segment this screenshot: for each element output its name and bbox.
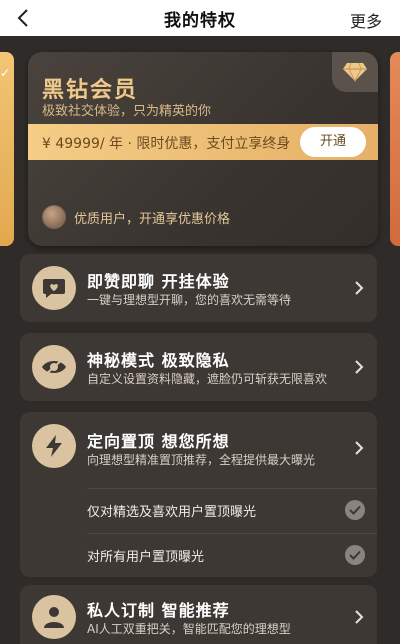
option-pin-all-users[interactable]: 对所有用户置顶曝光 [87,546,204,565]
heart-chat-icon [32,266,76,310]
person-icon [32,595,76,639]
footer-text: 优质用户，开通享优惠价格 [74,211,231,227]
chevron-right-icon [355,610,364,624]
membership-card[interactable]: 黑钻会员 极致社交体验，只为精英的你 ¥ 49999/ 年 · 限时优惠，支付立… [28,52,378,246]
feature-description: 向理想型精准置顶推荐，全程提供最大曝光 [87,453,316,467]
page-title: 我的特权 [164,10,236,31]
price-strip: ¥ 49999/ 年 · 限时优惠，支付立享终身 开通 [28,124,378,160]
check-icon[interactable] [345,545,365,565]
chevron-right-icon[interactable] [353,440,365,456]
divider [87,533,377,534]
diamond-icon [332,52,378,92]
feature-item-instant-chat[interactable]: 即赞即聊 开挂体验 一键与理想型开聊，您的喜欢无需等待 [20,254,377,322]
feature-description: 一键与理想型开聊，您的喜欢无需等待 [87,293,292,307]
feature-item-smart-recommend[interactable]: 私人订制 智能推荐 AI人工双重把关，智能匹配您的理想型 [20,585,377,644]
open-button[interactable]: 开通 [300,127,366,157]
feature-title: 神秘模式 极致隐私 [87,351,230,370]
chevron-right-icon [355,360,364,374]
more-button[interactable]: 更多 [350,8,382,32]
previous-card-peek[interactable]: ✓ [0,52,14,246]
hidden-eye-icon [32,345,76,389]
next-card-peek[interactable] [390,52,400,246]
feature-title: 定向置顶 想您所想 [87,432,230,451]
back-icon[interactable] [14,7,34,29]
card-footer: 优质用户，开通享优惠价格 [42,204,230,230]
feature-item-pin-top: 定向置顶 想您所想 向理想型精准置顶推荐，全程提供最大曝光 仅对精选及喜欢用户置… [20,412,377,577]
feature-item-stealth-mode[interactable]: 神秘模式 极致隐私 自定义设置资料隐藏，遮脸仍可斩获无限喜欢 [20,333,377,401]
feature-title: 私人订制 智能推荐 [87,601,230,620]
divider [87,488,377,489]
check-icon[interactable] [345,500,365,520]
avatar [42,205,66,229]
lightning-icon [32,424,76,468]
option-pin-selected-users[interactable]: 仅对精选及喜欢用户置顶曝光 [87,501,256,520]
feature-description: AI人工双重把关，智能匹配您的理想型 [87,622,291,636]
top-nav-bar: 我的特权 更多 [0,0,400,36]
feature-description: 自定义设置资料隐藏，遮脸仍可斩获无限喜欢 [87,372,328,386]
membership-subtitle: 极致社交体验，只为精英的你 [42,104,212,119]
price-text: ¥ 49999/ 年 · 限时优惠，支付立享终身 [42,136,291,152]
feature-title: 即赞即聊 开挂体验 [87,272,230,291]
chevron-right-icon [355,281,364,295]
check-icon: ✓ [0,66,11,80]
